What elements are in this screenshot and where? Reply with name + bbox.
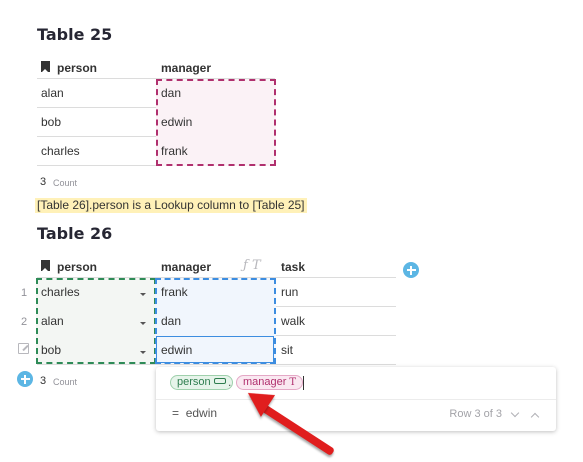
add-row-icon[interactable] <box>17 371 33 387</box>
row-divider <box>37 364 396 365</box>
count-label: Count <box>53 178 78 188</box>
count-value: 3 <box>40 176 47 188</box>
formula-dot: . <box>228 375 232 389</box>
table-cell[interactable]: bob <box>41 115 61 129</box>
editor-divider <box>156 399 556 400</box>
dropdown-caret-icon[interactable] <box>140 351 146 354</box>
table-cell[interactable]: dan <box>161 314 181 328</box>
table-cell[interactable]: walk <box>281 314 305 328</box>
formula-editor[interactable]: person . manager T = edwin Row 3 of 3 <box>156 367 556 431</box>
chevron-up-icon[interactable] <box>530 412 540 422</box>
formula-chip-person[interactable]: person <box>170 375 233 390</box>
column-header-task[interactable]: task <box>281 260 305 274</box>
dropdown-caret-icon[interactable] <box>140 293 146 296</box>
table-cell[interactable]: frank <box>161 144 188 158</box>
table-cell[interactable]: charles <box>41 285 80 299</box>
table-cell[interactable]: frank <box>161 285 188 299</box>
table-cell[interactable]: dan <box>161 86 181 100</box>
formula-chip-manager[interactable]: manager T <box>236 375 304 390</box>
column-header-person[interactable]: person <box>57 260 97 274</box>
table-cell[interactable]: charles <box>41 144 80 158</box>
row-position: Row 3 of 3 <box>449 408 502 420</box>
table-cell[interactable]: sit <box>281 343 293 357</box>
row-number[interactable]: 2 <box>16 316 32 328</box>
chip-label: person <box>177 376 211 388</box>
table-cell[interactable]: edwin <box>161 115 192 129</box>
count-label: Count <box>53 377 78 387</box>
lookup-note: [Table 26].person is a Lookup column to … <box>35 198 307 213</box>
text-column-icon: T <box>289 377 297 388</box>
chevron-down-icon[interactable] <box>510 408 520 418</box>
table-cell[interactable]: bob <box>41 343 61 357</box>
column-header-manager[interactable]: manager <box>161 61 211 75</box>
text-cursor <box>303 376 304 390</box>
formula-column-icons: ƒ T <box>243 258 261 273</box>
dropdown-caret-icon[interactable] <box>140 322 146 325</box>
result-prefix: = <box>172 406 180 420</box>
column-header-person[interactable]: person <box>57 61 97 75</box>
chip-label: manager <box>243 376 287 388</box>
reference-column-icon <box>213 378 226 385</box>
table-cell[interactable]: edwin <box>161 343 192 357</box>
column-header-manager[interactable]: manager <box>161 260 211 274</box>
table-cell[interactable]: run <box>281 285 298 299</box>
bookmark-icon <box>41 260 50 272</box>
table-26-title: Table 26 <box>37 224 113 243</box>
table-cell[interactable]: alan <box>41 314 64 328</box>
add-column-icon[interactable] <box>403 262 419 278</box>
edit-row-icon[interactable] <box>18 343 29 354</box>
count-value: 3 <box>40 375 47 387</box>
formula-result: = edwin <box>172 406 217 420</box>
result-value: edwin <box>185 406 218 420</box>
table-25-title: Table 25 <box>37 25 113 44</box>
table-cell[interactable]: alan <box>41 86 64 100</box>
bookmark-icon <box>41 61 50 73</box>
row-number[interactable]: 1 <box>16 287 32 299</box>
